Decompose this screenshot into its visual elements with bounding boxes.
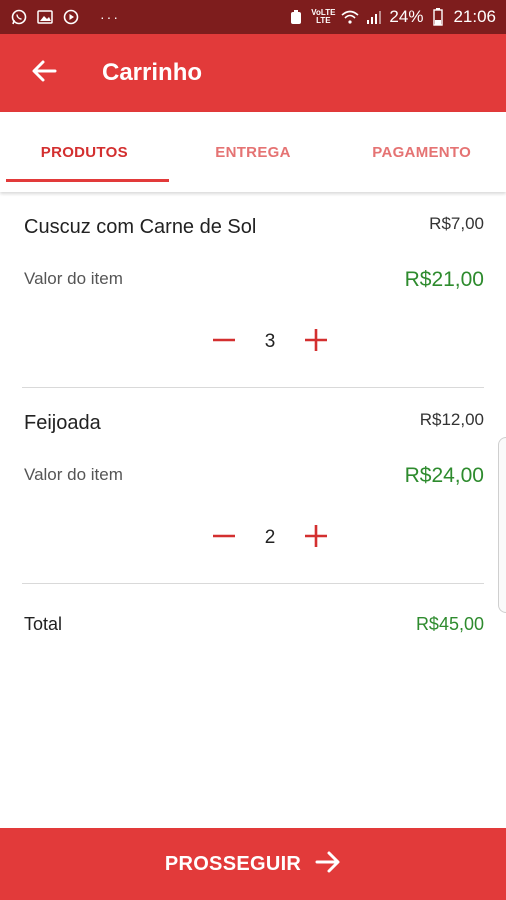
quantity-value: 2 [264,527,276,548]
total-value: R$45,00 [415,614,484,634]
item-name: Feijoada [24,412,101,434]
plus-icon [304,524,328,553]
cart-item: Feijoada R$12,00 Valor do item R$24,00 2 [22,388,484,584]
battery-icon [429,8,447,26]
battery-percent: 24% [389,7,424,26]
tab-entrega[interactable]: ENTREGA [169,112,338,192]
page-title: Carrinho [102,59,203,86]
clock: 21:06 [453,7,496,26]
decrease-button[interactable] [210,524,238,552]
item-unit-price: R$7,00 [429,214,484,233]
cart-total-row: Total R$45,00 [22,612,484,642]
tab-pagamento[interactable]: PAGAMENTO [337,112,506,192]
play-icon [62,8,80,26]
alarm-icon [287,8,305,26]
item-total-label: Valor do item [24,465,123,484]
whatsapp-icon [10,8,28,26]
arrow-right-icon [315,850,341,879]
minus-icon [212,328,236,357]
minus-icon [212,524,236,553]
item-total-value: R$24,00 [404,464,484,487]
status-bar: ··· VoLTE LTE 24% 21:06 [0,0,506,34]
item-total-label: Valor do item [24,269,123,288]
volte-indicator: VoLTE LTE [311,8,336,25]
signal-icon [365,8,383,26]
cart-item: Cuscuz com Carne de Sol R$7,00 Valor do … [22,192,484,388]
decrease-button[interactable] [210,328,238,356]
item-total-value: R$21,00 [404,268,484,291]
item-unit-price: R$12,00 [419,410,484,429]
tab-produtos[interactable]: PRODUTOS [0,112,169,192]
back-button[interactable] [14,34,74,112]
scroll-edge-indicator[interactable] [498,437,506,613]
quantity-value: 3 [264,331,276,352]
cart-list: Cuscuz com Carne de Sol R$7,00 Valor do … [0,192,506,584]
proceed-button-label: PROSSEGUIR [164,852,302,875]
increase-button[interactable] [302,524,330,552]
plus-icon [304,328,328,357]
increase-button[interactable] [302,328,330,356]
arrow-left-icon [31,59,57,88]
proceed-button[interactable]: PROSSEGUIR [0,828,506,900]
item-name: Cuscuz com Carne de Sol [24,216,257,238]
total-label: Total [24,614,63,634]
checkout-tabs: PRODUTOS ENTREGA PAGAMENTO [0,112,506,192]
app-bar: Carrinho [0,34,506,112]
quantity-stepper: 2 [210,522,330,554]
wifi-icon [341,8,359,26]
image-icon [36,8,54,26]
quantity-stepper: 3 [210,326,330,358]
more-notifications-icon: ··· [100,9,120,25]
